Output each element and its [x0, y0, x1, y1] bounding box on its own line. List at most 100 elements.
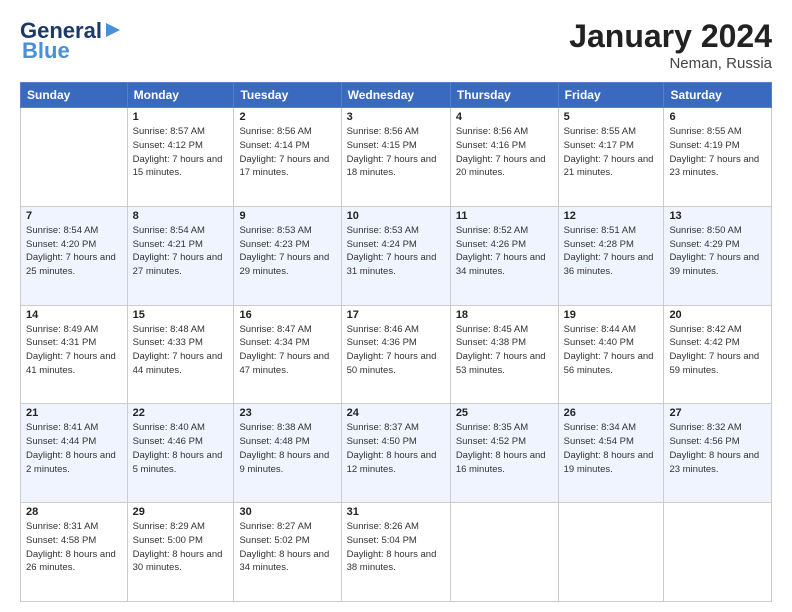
table-row: 24 Sunrise: 8:37 AMSunset: 4:50 PMDaylig…	[341, 404, 450, 503]
col-monday: Monday	[127, 83, 234, 108]
day-info: Sunrise: 8:54 AMSunset: 4:20 PMDaylight:…	[26, 224, 122, 279]
day-info: Sunrise: 8:29 AMSunset: 5:00 PMDaylight:…	[133, 520, 229, 575]
day-info: Sunrise: 8:41 AMSunset: 4:44 PMDaylight:…	[26, 421, 122, 476]
day-number: 14	[26, 309, 122, 321]
day-info: Sunrise: 8:26 AMSunset: 5:04 PMDaylight:…	[347, 520, 445, 575]
table-row: 3 Sunrise: 8:56 AMSunset: 4:15 PMDayligh…	[341, 108, 450, 207]
table-row: 9 Sunrise: 8:53 AMSunset: 4:23 PMDayligh…	[234, 206, 341, 305]
table-row: 31 Sunrise: 8:26 AMSunset: 5:04 PMDaylig…	[341, 503, 450, 602]
day-number: 13	[669, 210, 766, 222]
day-number: 31	[347, 506, 445, 518]
day-number: 26	[564, 407, 659, 419]
table-row: 11 Sunrise: 8:52 AMSunset: 4:26 PMDaylig…	[450, 206, 558, 305]
col-wednesday: Wednesday	[341, 83, 450, 108]
col-thursday: Thursday	[450, 83, 558, 108]
day-info: Sunrise: 8:47 AMSunset: 4:34 PMDaylight:…	[239, 323, 335, 378]
header: General Blue January 2024 Neman, Russia	[20, 18, 772, 72]
day-info: Sunrise: 8:42 AMSunset: 4:42 PMDaylight:…	[669, 323, 766, 378]
day-number: 10	[347, 210, 445, 222]
day-info: Sunrise: 8:56 AMSunset: 4:16 PMDaylight:…	[456, 125, 553, 180]
col-friday: Friday	[558, 83, 664, 108]
day-info: Sunrise: 8:56 AMSunset: 4:14 PMDaylight:…	[239, 125, 335, 180]
table-row: 2 Sunrise: 8:56 AMSunset: 4:14 PMDayligh…	[234, 108, 341, 207]
table-row: 28 Sunrise: 8:31 AMSunset: 4:58 PMDaylig…	[21, 503, 128, 602]
day-number: 23	[239, 407, 335, 419]
day-number: 11	[456, 210, 553, 222]
day-info: Sunrise: 8:27 AMSunset: 5:02 PMDaylight:…	[239, 520, 335, 575]
day-number: 4	[456, 111, 553, 123]
day-number: 12	[564, 210, 659, 222]
day-info: Sunrise: 8:54 AMSunset: 4:21 PMDaylight:…	[133, 224, 229, 279]
day-number: 21	[26, 407, 122, 419]
table-row: 6 Sunrise: 8:55 AMSunset: 4:19 PMDayligh…	[664, 108, 772, 207]
logo-arrow-icon	[104, 21, 122, 39]
day-info: Sunrise: 8:53 AMSunset: 4:23 PMDaylight:…	[239, 224, 335, 279]
day-info: Sunrise: 8:31 AMSunset: 4:58 PMDaylight:…	[26, 520, 122, 575]
day-info: Sunrise: 8:55 AMSunset: 4:19 PMDaylight:…	[669, 125, 766, 180]
table-row: 15 Sunrise: 8:48 AMSunset: 4:33 PMDaylig…	[127, 305, 234, 404]
table-row: 25 Sunrise: 8:35 AMSunset: 4:52 PMDaylig…	[450, 404, 558, 503]
day-info: Sunrise: 8:45 AMSunset: 4:38 PMDaylight:…	[456, 323, 553, 378]
day-number: 30	[239, 506, 335, 518]
day-number: 22	[133, 407, 229, 419]
table-row: 30 Sunrise: 8:27 AMSunset: 5:02 PMDaylig…	[234, 503, 341, 602]
day-number: 15	[133, 309, 229, 321]
table-row: 14 Sunrise: 8:49 AMSunset: 4:31 PMDaylig…	[21, 305, 128, 404]
title-block: January 2024 Neman, Russia	[569, 18, 772, 72]
location: Neman, Russia	[569, 55, 772, 72]
day-info: Sunrise: 8:34 AMSunset: 4:54 PMDaylight:…	[564, 421, 659, 476]
table-row: 7 Sunrise: 8:54 AMSunset: 4:20 PMDayligh…	[21, 206, 128, 305]
day-number: 2	[239, 111, 335, 123]
table-row: 12 Sunrise: 8:51 AMSunset: 4:28 PMDaylig…	[558, 206, 664, 305]
day-info: Sunrise: 8:32 AMSunset: 4:56 PMDaylight:…	[669, 421, 766, 476]
day-info: Sunrise: 8:52 AMSunset: 4:26 PMDaylight:…	[456, 224, 553, 279]
day-info: Sunrise: 8:46 AMSunset: 4:36 PMDaylight:…	[347, 323, 445, 378]
day-number: 28	[26, 506, 122, 518]
table-row: 16 Sunrise: 8:47 AMSunset: 4:34 PMDaylig…	[234, 305, 341, 404]
day-number: 9	[239, 210, 335, 222]
day-info: Sunrise: 8:57 AMSunset: 4:12 PMDaylight:…	[133, 125, 229, 180]
logo: General Blue	[20, 18, 122, 64]
table-row: 27 Sunrise: 8:32 AMSunset: 4:56 PMDaylig…	[664, 404, 772, 503]
day-number: 6	[669, 111, 766, 123]
table-row: 17 Sunrise: 8:46 AMSunset: 4:36 PMDaylig…	[341, 305, 450, 404]
day-number: 24	[347, 407, 445, 419]
day-info: Sunrise: 8:53 AMSunset: 4:24 PMDaylight:…	[347, 224, 445, 279]
table-row: 1 Sunrise: 8:57 AMSunset: 4:12 PMDayligh…	[127, 108, 234, 207]
day-info: Sunrise: 8:37 AMSunset: 4:50 PMDaylight:…	[347, 421, 445, 476]
day-number: 19	[564, 309, 659, 321]
table-row: 4 Sunrise: 8:56 AMSunset: 4:16 PMDayligh…	[450, 108, 558, 207]
day-info: Sunrise: 8:50 AMSunset: 4:29 PMDaylight:…	[669, 224, 766, 279]
table-row: 10 Sunrise: 8:53 AMSunset: 4:24 PMDaylig…	[341, 206, 450, 305]
col-saturday: Saturday	[664, 83, 772, 108]
day-info: Sunrise: 8:49 AMSunset: 4:31 PMDaylight:…	[26, 323, 122, 378]
day-info: Sunrise: 8:56 AMSunset: 4:15 PMDaylight:…	[347, 125, 445, 180]
table-row: 23 Sunrise: 8:38 AMSunset: 4:48 PMDaylig…	[234, 404, 341, 503]
day-number: 27	[669, 407, 766, 419]
day-number: 8	[133, 210, 229, 222]
day-number: 5	[564, 111, 659, 123]
table-row: 29 Sunrise: 8:29 AMSunset: 5:00 PMDaylig…	[127, 503, 234, 602]
col-sunday: Sunday	[21, 83, 128, 108]
table-row: 20 Sunrise: 8:42 AMSunset: 4:42 PMDaylig…	[664, 305, 772, 404]
month-title: January 2024	[569, 18, 772, 55]
page: General Blue January 2024 Neman, Russia …	[0, 0, 792, 612]
calendar-header-row: Sunday Monday Tuesday Wednesday Thursday…	[21, 83, 772, 108]
table-row: 8 Sunrise: 8:54 AMSunset: 4:21 PMDayligh…	[127, 206, 234, 305]
calendar-table: Sunday Monday Tuesday Wednesday Thursday…	[20, 82, 772, 602]
table-row	[450, 503, 558, 602]
table-row: 21 Sunrise: 8:41 AMSunset: 4:44 PMDaylig…	[21, 404, 128, 503]
day-info: Sunrise: 8:55 AMSunset: 4:17 PMDaylight:…	[564, 125, 659, 180]
table-row	[21, 108, 128, 207]
table-row: 13 Sunrise: 8:50 AMSunset: 4:29 PMDaylig…	[664, 206, 772, 305]
day-number: 1	[133, 111, 229, 123]
day-info: Sunrise: 8:51 AMSunset: 4:28 PMDaylight:…	[564, 224, 659, 279]
day-info: Sunrise: 8:44 AMSunset: 4:40 PMDaylight:…	[564, 323, 659, 378]
table-row: 18 Sunrise: 8:45 AMSunset: 4:38 PMDaylig…	[450, 305, 558, 404]
day-info: Sunrise: 8:48 AMSunset: 4:33 PMDaylight:…	[133, 323, 229, 378]
table-row	[558, 503, 664, 602]
day-number: 29	[133, 506, 229, 518]
day-number: 20	[669, 309, 766, 321]
day-number: 16	[239, 309, 335, 321]
logo-blue-text: Blue	[22, 38, 70, 64]
